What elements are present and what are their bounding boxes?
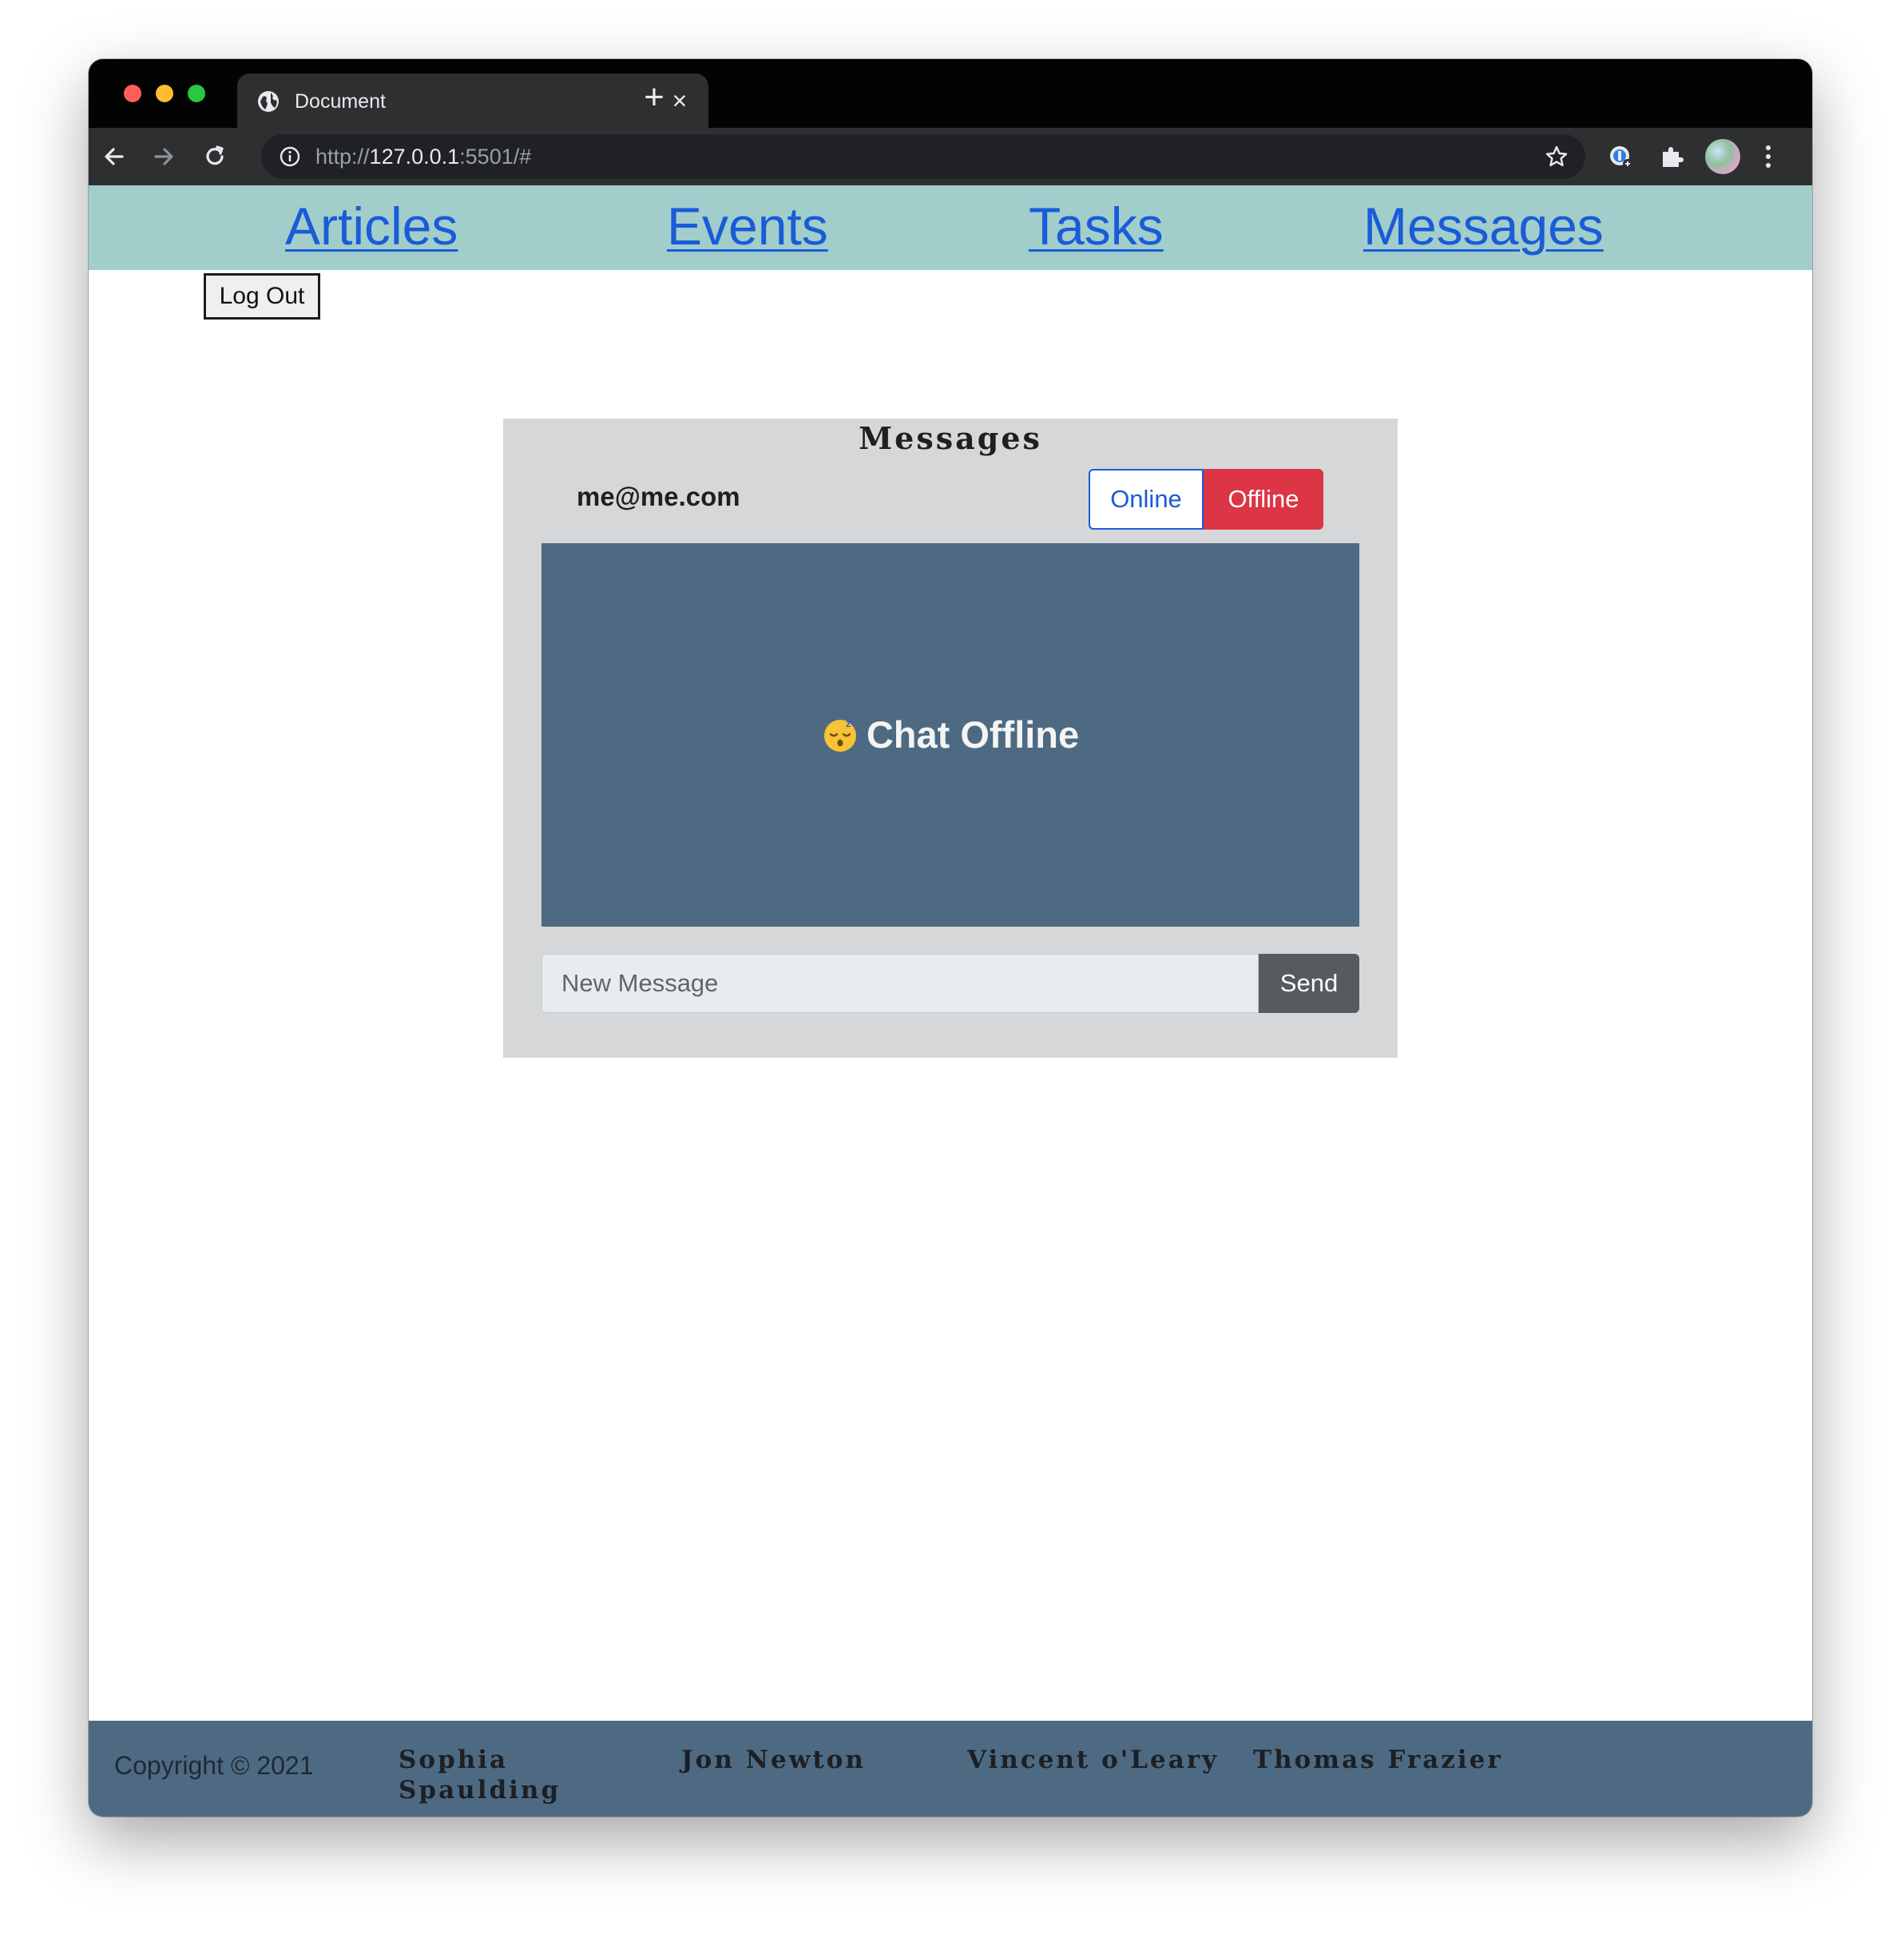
chat-status-text: Chat Offline	[866, 713, 1080, 756]
close-window-button[interactable]	[124, 85, 141, 102]
top-navigation: Articles Events Tasks Messages	[89, 185, 1812, 270]
new-message-input[interactable]	[541, 954, 1259, 1013]
nav-link-articles[interactable]: Articles	[285, 193, 458, 259]
browser-window: Document × + http://127.0.0.1:5501/# Art…	[89, 59, 1812, 1817]
new-tab-icon[interactable]: +	[638, 80, 670, 115]
online-button[interactable]: Online	[1089, 469, 1204, 530]
offline-button[interactable]: Offline	[1204, 469, 1323, 530]
sleeping-face-icon: z z	[823, 717, 856, 752]
bookmark-star-icon[interactable]	[1544, 144, 1569, 169]
author-name: Sophia Spaulding	[399, 1745, 561, 1805]
back-icon[interactable]	[100, 142, 129, 171]
footer: Copyright © 2021 Sophia Spaulding Jon Ne…	[89, 1721, 1812, 1817]
minimize-window-button[interactable]	[156, 85, 173, 102]
page-content: Articles Events Tasks Messages Log Out M…	[89, 185, 1812, 1817]
author-name: Vincent o'Leary	[967, 1745, 1220, 1774]
browser-menu-icon[interactable]	[1764, 142, 1772, 171]
maximize-window-button[interactable]	[188, 85, 205, 102]
globe-icon	[258, 91, 279, 112]
close-tab-icon[interactable]: ×	[667, 88, 692, 113]
user-email: me@me.com	[577, 482, 740, 511]
info-icon[interactable]	[279, 145, 301, 168]
messages-panel: Messages me@me.com Online Offline z z Ch…	[503, 419, 1398, 1058]
chat-status: z z Chat Offline	[822, 713, 1079, 757]
copyright-text: Copyright © 2021	[114, 1751, 314, 1780]
nav-link-tasks[interactable]: Tasks	[1029, 193, 1164, 259]
chat-window: z z Chat Offline	[541, 543, 1359, 927]
extensions-puzzle-icon[interactable]	[1658, 142, 1687, 171]
author-name: Thomas Frazier	[1253, 1745, 1503, 1774]
profile-avatar[interactable]	[1705, 139, 1740, 174]
reload-icon[interactable]	[200, 142, 229, 171]
forward-icon[interactable]	[149, 142, 178, 171]
nav-link-events[interactable]: Events	[667, 193, 828, 259]
nav-link-messages[interactable]: Messages	[1363, 193, 1604, 259]
send-button[interactable]: Send	[1259, 954, 1359, 1013]
browser-toolbar: http://127.0.0.1:5501/#	[89, 128, 1812, 185]
log-out-button[interactable]: Log Out	[204, 273, 320, 320]
address-bar[interactable]: http://127.0.0.1:5501/#	[261, 134, 1585, 179]
svg-text:z: z	[851, 717, 855, 725]
url-text[interactable]: http://127.0.0.1:5501/#	[315, 144, 531, 169]
panel-title: Messages	[859, 420, 1042, 456]
password-manager-icon[interactable]	[1606, 142, 1635, 171]
tab-title: Document	[295, 90, 386, 113]
tab-bar: Document × +	[89, 59, 1812, 128]
author-name: Jon Newton	[681, 1745, 866, 1774]
